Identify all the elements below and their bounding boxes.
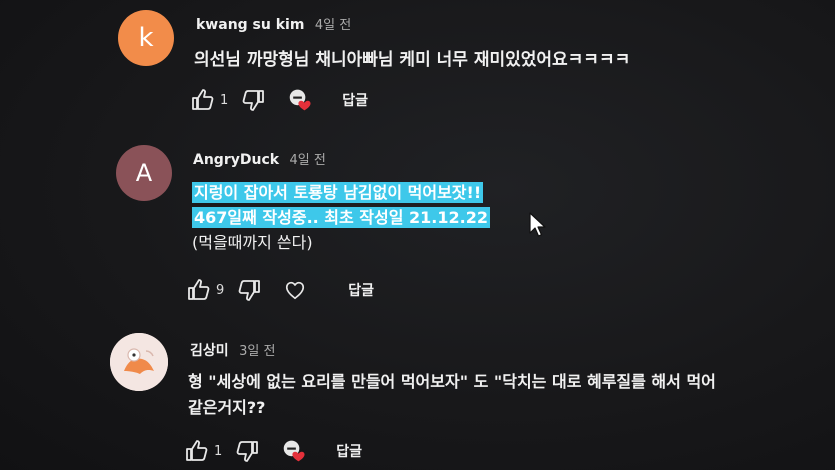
avatar[interactable]: k	[118, 10, 174, 66]
thumbs-down-icon[interactable]	[236, 277, 262, 303]
comment-actions: 9 답글	[186, 277, 374, 303]
comment-line: 같은거지??	[188, 398, 266, 417]
timestamp[interactable]: 4일 전	[315, 18, 351, 33]
comment-line: 의선님 까망형님 채니아빠님 케미 너무 재미있었어요ㅋㅋㅋㅋ	[194, 50, 631, 70]
comment-text: 지렁이 잡아서 토룡탕 남김없이 먹어보잣!! 467일째 작성중.. 최초 작…	[192, 180, 490, 255]
avatar-letter: A	[135, 159, 153, 187]
thumbs-up-icon[interactable]	[190, 87, 216, 113]
thumbs-up-icon[interactable]	[184, 438, 210, 464]
avatar-letter: k	[138, 23, 154, 53]
creator-heart-icon[interactable]	[282, 438, 308, 464]
author-name[interactable]: 김상미	[190, 343, 229, 359]
avatar-image	[110, 333, 168, 391]
thumbs-up-icon[interactable]	[186, 277, 212, 303]
comment-actions: 1 답글	[184, 438, 362, 464]
author-name[interactable]: kwang su kim	[196, 17, 304, 33]
reply-button[interactable]: 답글	[342, 90, 368, 110]
author-line: AngryDuck 4일 전	[193, 149, 326, 168]
comment-line: 형 "세상에 없는 요리를 만들어 먹어보자" 도 "닥치는 대로 혜루질를 해…	[188, 372, 716, 391]
comment-text: 형 "세상에 없는 요리를 만들어 먹어보자" 도 "닥치는 대로 혜루질를 해…	[188, 369, 716, 421]
avatar[interactable]	[110, 333, 168, 391]
reply-button[interactable]: 답글	[348, 280, 374, 300]
youtube-comments-screen: k kwang su kim 4일 전 의선님 까망형님 채니아빠님 케미 너무…	[0, 0, 835, 470]
highlighted-line: 467일째 작성중.. 최초 작성일 21.12.22	[192, 207, 490, 228]
like-count: 9	[216, 282, 225, 298]
thumbs-down-icon[interactable]	[234, 438, 260, 464]
comment-text: 의선님 까망형님 채니아빠님 케미 너무 재미있었어요ㅋㅋㅋㅋ	[194, 48, 630, 73]
heart-outline-icon[interactable]	[282, 277, 308, 303]
timestamp[interactable]: 3일 전	[239, 344, 275, 359]
reply-button[interactable]: 답글	[336, 441, 362, 461]
highlighted-line: 지렁이 잡아서 토룡탕 남김없이 먹어보잣!!	[192, 182, 484, 203]
like-count: 1	[214, 443, 223, 459]
comment-actions: 1 답글	[190, 87, 368, 113]
timestamp[interactable]: 4일 전	[290, 153, 326, 168]
like-count: 1	[220, 92, 229, 108]
author-line: kwang su kim 4일 전	[196, 14, 351, 33]
avatar[interactable]: A	[116, 145, 172, 201]
thumbs-down-icon[interactable]	[240, 87, 266, 113]
author-line: 김상미 3일 전	[190, 340, 275, 360]
mouse-cursor-icon	[529, 212, 546, 237]
author-name[interactable]: AngryDuck	[193, 152, 279, 168]
creator-heart-icon[interactable]	[288, 87, 314, 113]
comment-line: (먹을때까지 쓴다)	[192, 233, 313, 252]
